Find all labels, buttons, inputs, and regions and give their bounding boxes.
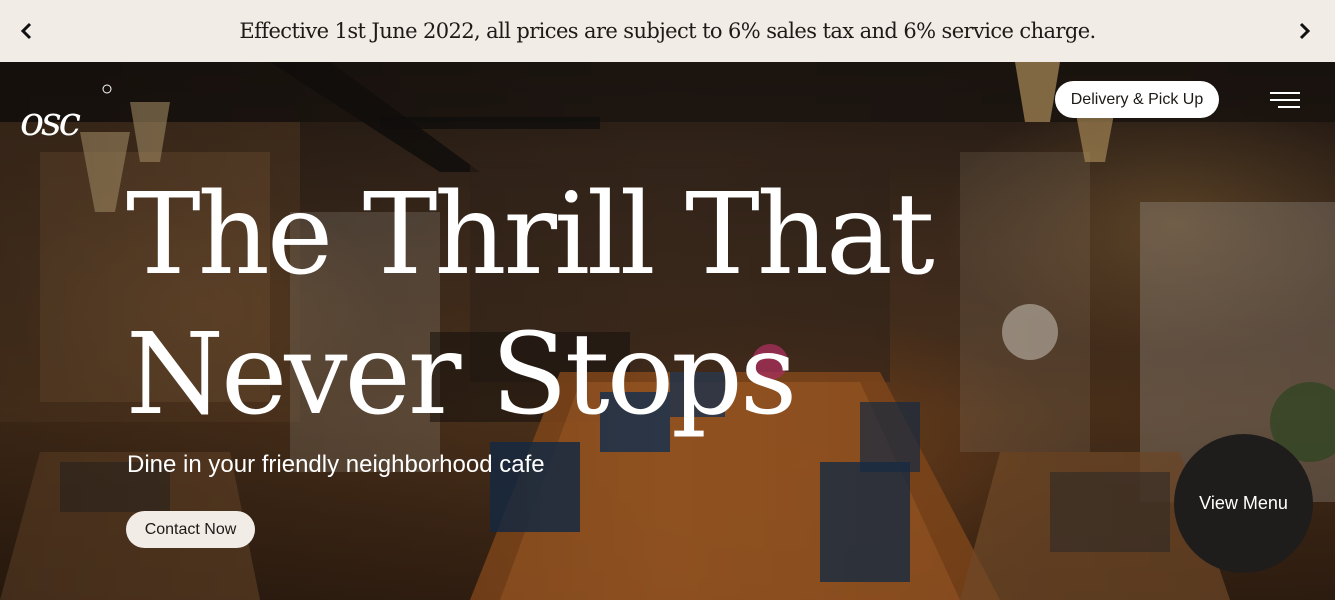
- delivery-pickup-button[interactable]: Delivery & Pick Up: [1055, 81, 1219, 118]
- view-menu-button[interactable]: View Menu: [1174, 434, 1313, 573]
- hero-title: The Thrill That Never Stops: [126, 170, 935, 440]
- logo-lettering: osc: [20, 99, 81, 143]
- hamburger-menu-icon[interactable]: [1266, 92, 1300, 112]
- hero-subtitle: Dine in your friendly neighborhood cafe: [127, 451, 545, 478]
- contact-now-button[interactable]: Contact Now: [126, 511, 255, 548]
- osc-logo-mark: osc: [20, 84, 112, 145]
- chevron-left-icon[interactable]: [12, 17, 40, 45]
- announcement-text: Effective 1st June 2022, all prices are …: [239, 19, 1096, 43]
- chevron-right-icon[interactable]: [1291, 17, 1319, 45]
- osc-logo[interactable]: osc: [18, 83, 114, 145]
- announcement-bar: Effective 1st June 2022, all prices are …: [0, 0, 1335, 62]
